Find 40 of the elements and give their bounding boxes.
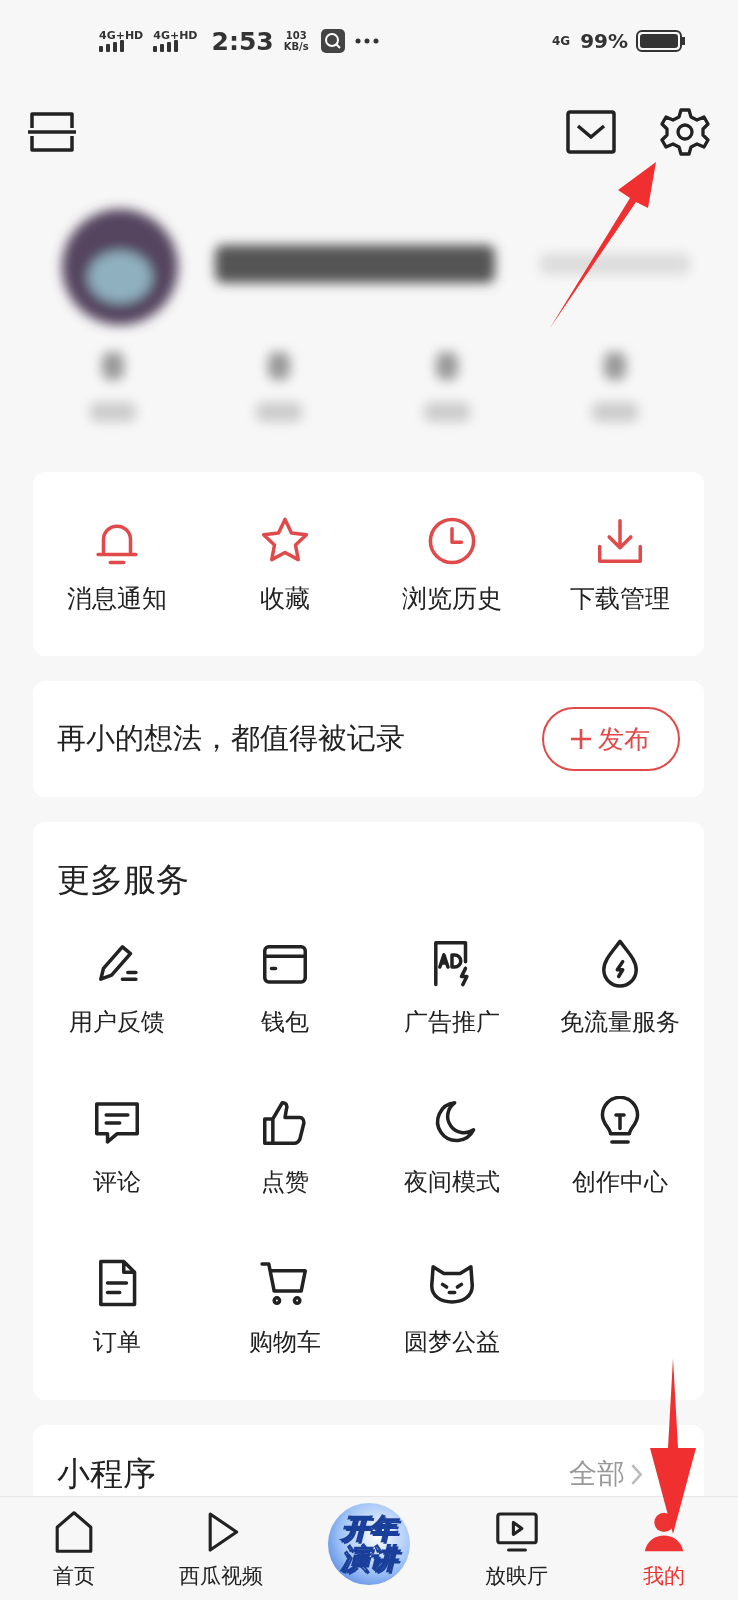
- network-label: 4G: [551, 34, 571, 48]
- signal-icon: [153, 42, 179, 52]
- service-label[interactable]: 钱包: [260, 1006, 309, 1038]
- speed-value: 103: [285, 30, 307, 41]
- clock-time: 2:53: [211, 26, 274, 56]
- section-title: 更多服务: [57, 859, 190, 901]
- service-label[interactable]: 点赞: [260, 1166, 309, 1198]
- service-label[interactable]: 评论: [92, 1166, 141, 1198]
- service-label[interactable]: 广告推广: [404, 1006, 501, 1038]
- search-app-icon: [320, 29, 345, 53]
- service-label[interactable]: 圆梦公益: [404, 1326, 501, 1358]
- action-label[interactable]: 收藏: [259, 581, 310, 615]
- action-label[interactable]: 消息通知: [66, 581, 167, 615]
- mail-icon[interactable]: [566, 110, 616, 154]
- network-label: 4G+HD: [99, 30, 144, 42]
- chevron-right-icon: [631, 1463, 642, 1485]
- promo-badge[interactable]: 开年 演讲: [328, 1502, 410, 1585]
- battery-icon: [636, 30, 686, 52]
- nav-tab[interactable]: 首页: [0, 1497, 148, 1600]
- service-label[interactable]: 用户反馈: [68, 1006, 165, 1038]
- network-label: 4G+HD: [153, 30, 198, 42]
- service-label[interactable]: 免流量服务: [560, 1006, 681, 1038]
- service-label[interactable]: 购物车: [248, 1326, 321, 1358]
- plus-icon: [570, 728, 592, 750]
- post-prompt-text: 再小的想法，都值得被记录: [57, 720, 406, 757]
- battery-percent: 99%: [580, 29, 628, 53]
- action-label[interactable]: 浏览历史: [402, 581, 503, 615]
- service-label[interactable]: 创作中心: [572, 1166, 669, 1198]
- nav-tab[interactable]: 放映厅: [442, 1497, 591, 1600]
- more-icon: [354, 38, 379, 44]
- speed-unit: KB/s: [283, 41, 309, 52]
- nav-tab[interactable]: 西瓜视频: [147, 1497, 296, 1600]
- action-label[interactable]: 下载管理: [570, 581, 671, 615]
- section-title: 小程序: [57, 1454, 157, 1494]
- signal-icon: [99, 42, 124, 52]
- nav-tab[interactable]: 我的: [590, 1497, 738, 1600]
- service-label[interactable]: 订单: [92, 1326, 141, 1358]
- settings-icon[interactable]: [660, 107, 710, 157]
- service-label[interactable]: 夜间模式: [404, 1166, 501, 1198]
- publish-button[interactable]: 发布: [542, 707, 680, 771]
